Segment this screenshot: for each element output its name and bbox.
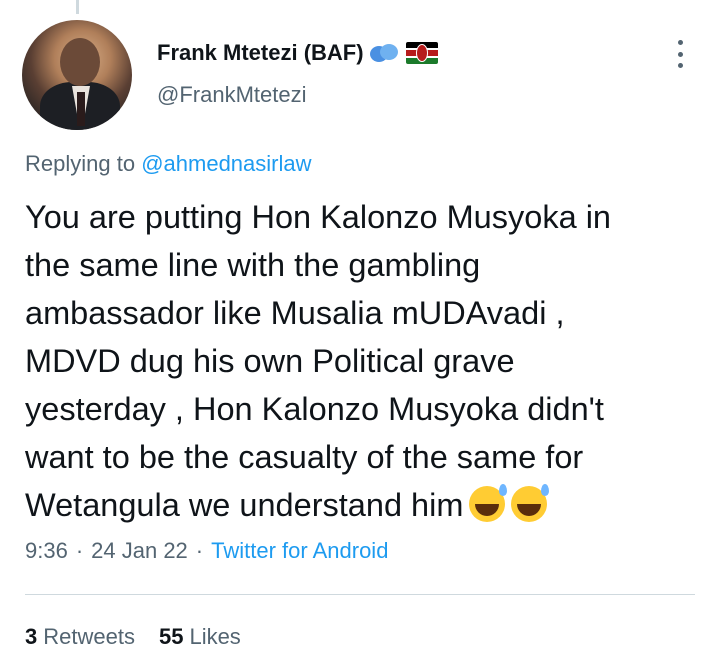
tweet-line: MDVD dug his own Political grave [25,343,515,379]
divider [25,594,695,595]
grinning-sweat-emoji-icon [511,484,550,522]
tweet-line: the same line with the gambling [25,247,481,283]
speech-bubble-emoji-icon [369,42,398,64]
meta-separator: · [75,538,84,563]
tweet-text: You are putting Hon Kalonzo Musyoka in t… [25,193,705,529]
tweet-line-text: Wetangula we understand him [25,487,464,523]
replying-prefix: Replying to [25,151,136,176]
avatar[interactable] [22,20,132,130]
tweet-source-link[interactable]: Twitter for Android [211,538,388,564]
author-handle[interactable]: @FrankMtetezi [157,82,306,108]
tweet-line: want to be the casualty of the same for [25,439,584,475]
tweet-line: ambassador like Musalia mUDAvadi , [25,295,565,331]
tweet-meta: 9:36 · 24 Jan 22 · Twitter for Android [25,538,388,564]
kenya-flag-icon [405,42,438,64]
tweet-line: You are putting Hon Kalonzo Musyoka in [25,199,611,235]
likes-label: Likes [189,624,241,649]
retweets-label: Retweets [43,624,135,649]
grinning-sweat-emoji-icon [469,484,508,522]
avatar-face [60,38,100,86]
retweets-count: 3 [25,624,38,649]
display-name[interactable]: Frank Mtetezi (BAF) [157,40,364,66]
tweet-stats: 3 Retweets 55 Likes [25,624,241,650]
tweet-date[interactable]: 24 Jan 22 [91,538,188,564]
thread-connector-line [76,0,79,14]
avatar-tie [77,92,85,126]
retweets-stat[interactable]: 3 Retweets [25,624,135,650]
more-options-icon[interactable] [672,40,688,68]
tweet-line-last: Wetangula we understand him [25,481,705,529]
likes-stat[interactable]: 55 Likes [159,624,241,650]
tweet-line: yesterday , Hon Kalonzo Musyoka didn't [25,391,604,427]
replying-to: Replying to @ahmednasirlaw [25,151,312,177]
tweet-time[interactable]: 9:36 [25,538,68,564]
meta-separator: · [195,538,204,563]
replied-user-link[interactable]: @ahmednasirlaw [141,151,311,176]
author-name-row: Frank Mtetezi (BAF) [157,40,438,66]
likes-count: 55 [158,624,184,649]
